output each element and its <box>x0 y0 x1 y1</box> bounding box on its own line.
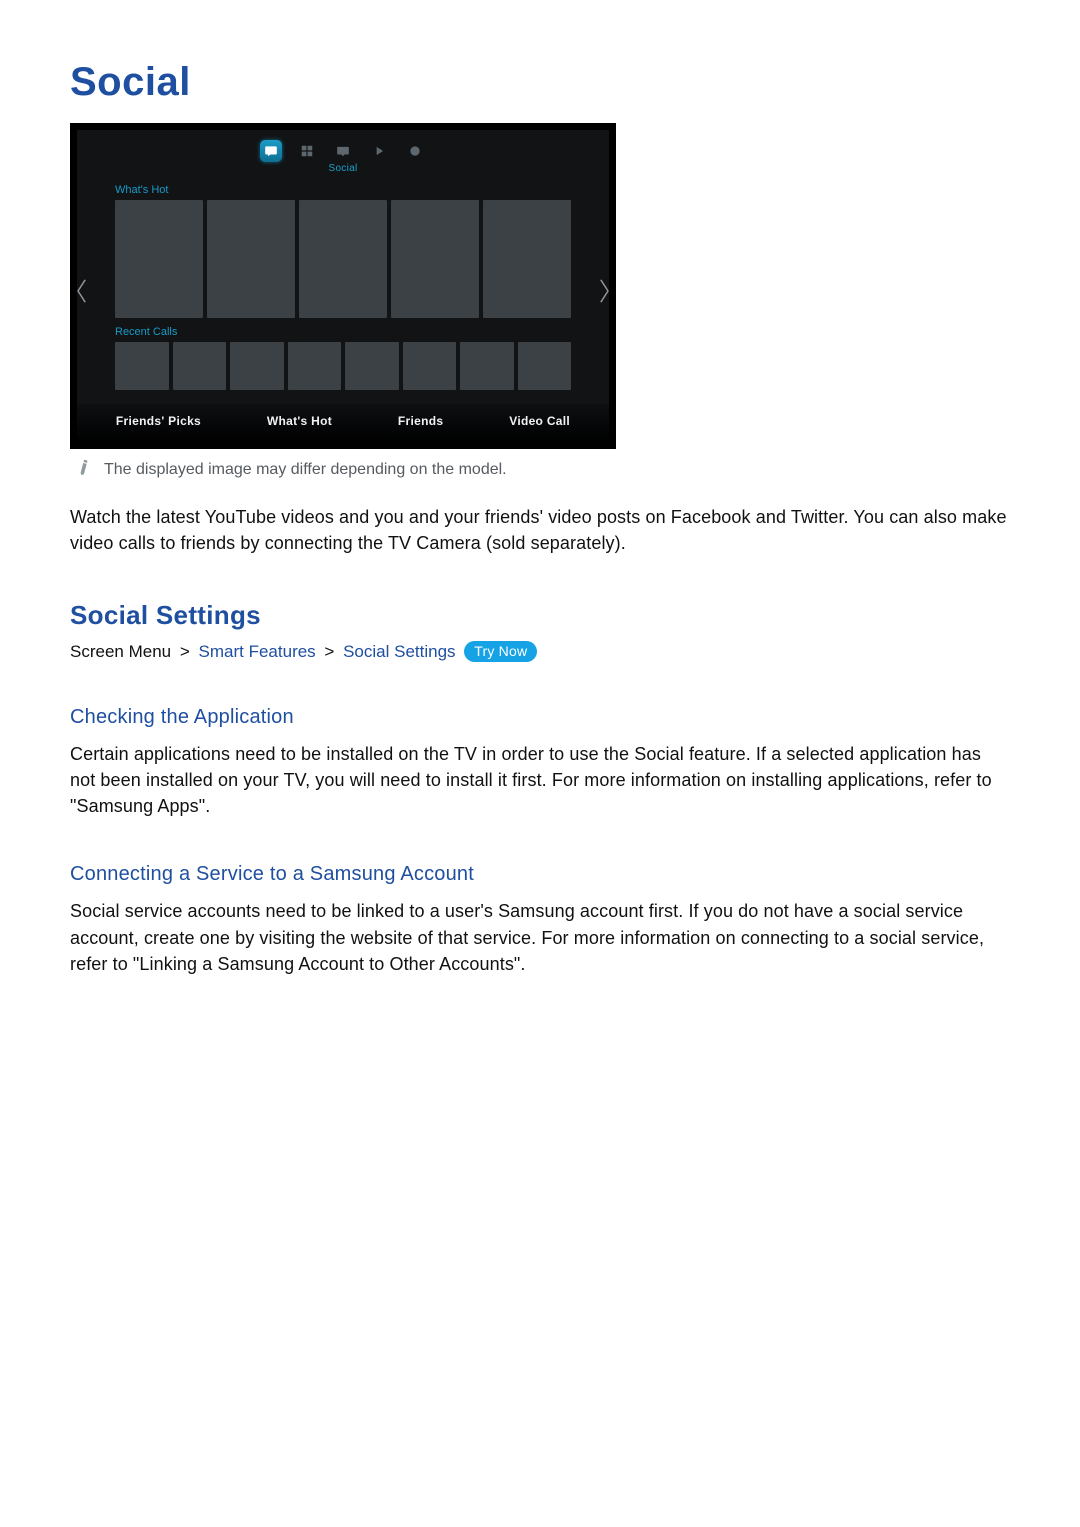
note-text: The displayed image may differ depending… <box>104 461 507 479</box>
hub-social-icon <box>260 140 282 162</box>
breadcrumb: Screen Menu > Smart Features > Social Se… <box>70 641 1010 662</box>
hub-tv-icon <box>332 140 354 162</box>
content-tile[interactable] <box>483 200 571 318</box>
content-tile[interactable] <box>518 342 572 390</box>
breadcrumb-social-settings: Social Settings <box>343 642 455 661</box>
content-tile[interactable] <box>115 342 169 390</box>
chevron-right-icon: > <box>320 642 338 661</box>
content-tile[interactable] <box>207 200 295 318</box>
chevron-right-icon: > <box>176 642 194 661</box>
checking-text: Certain applications need to be installe… <box>70 741 1010 819</box>
subsection-connecting-service: Connecting a Service to a Samsung Accoun… <box>70 863 1010 886</box>
connecting-text: Social service accounts need to be linke… <box>70 898 1010 976</box>
pencil-icon <box>76 459 92 480</box>
recent-calls-row <box>115 342 571 390</box>
hub-video-icon <box>368 140 390 162</box>
content-tile[interactable] <box>173 342 227 390</box>
tv-bottom-nav: Friends' Picks What's Hot Friends Video … <box>77 404 609 442</box>
nav-friends-picks[interactable]: Friends' Picks <box>116 414 201 428</box>
hub-photos-icon <box>404 140 426 162</box>
content-tile[interactable] <box>460 342 514 390</box>
content-tile[interactable] <box>299 200 387 318</box>
content-tile[interactable] <box>391 200 479 318</box>
whats-hot-row <box>115 200 571 318</box>
content-tile[interactable] <box>230 342 284 390</box>
section-social-settings: Social Settings <box>70 600 1010 631</box>
content-tile[interactable] <box>403 342 457 390</box>
page-title: Social <box>70 60 1010 105</box>
breadcrumb-root: Screen Menu <box>70 642 171 661</box>
hub-icon-strip <box>77 130 609 164</box>
tv-screenshot: Social What's Hot Recent Calls <box>70 123 616 449</box>
hub-active-label: Social <box>77 163 609 178</box>
section-label-whats-hot: What's Hot <box>115 184 593 196</box>
section-label-recent-calls: Recent Calls <box>115 326 593 338</box>
nav-friends[interactable]: Friends <box>398 414 443 428</box>
next-arrow[interactable] <box>593 274 615 308</box>
nav-whats-hot[interactable]: What's Hot <box>267 414 332 428</box>
content-tile[interactable] <box>115 200 203 318</box>
prev-arrow[interactable] <box>71 274 93 308</box>
hub-apps-icon <box>296 140 318 162</box>
nav-video-call[interactable]: Video Call <box>509 414 570 428</box>
content-tile[interactable] <box>288 342 342 390</box>
try-now-button[interactable]: Try Now <box>464 641 537 662</box>
content-tile[interactable] <box>345 342 399 390</box>
subsection-checking-app: Checking the Application <box>70 706 1010 729</box>
breadcrumb-smart-features: Smart Features <box>199 642 316 661</box>
intro-text: Watch the latest YouTube videos and you … <box>70 504 1010 556</box>
